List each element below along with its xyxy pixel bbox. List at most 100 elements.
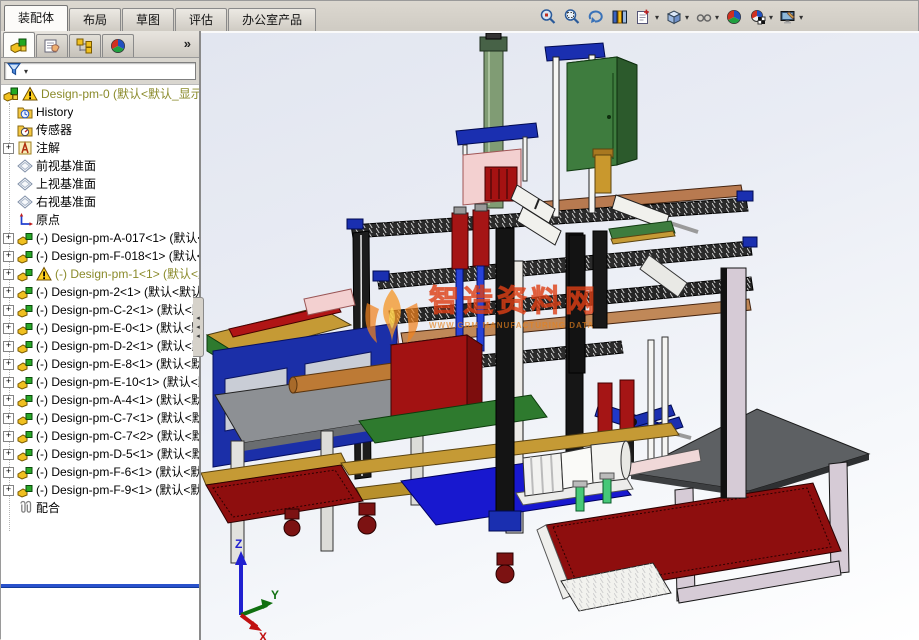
expander-plus-icon[interactable]: + xyxy=(3,287,14,298)
tree-filter-input[interactable]: ▾ xyxy=(4,62,196,80)
tree-item-label: (-) Design-pm-E-10<1> (默认<默认_显示状态-1>) xyxy=(36,373,199,391)
tree-item-[interactable]: 右视基准面 xyxy=(1,193,199,211)
previous-view-button[interactable] xyxy=(584,6,608,28)
tree-item-[interactable]: 配合 xyxy=(1,499,199,517)
expander-plus-icon[interactable]: + xyxy=(3,467,14,478)
display-style-button[interactable]: ▾ xyxy=(692,6,722,28)
tree-item-[interactable]: 上视基准面 xyxy=(1,175,199,193)
tree-item--design-pm-a-0171_-1[interactable]: +(-) Design-pm-A-017<1> (默认<默认_显示状态-1>) xyxy=(1,229,199,247)
tree-item-label: (-) Design-pm-E-8<1> (默认<默认_显示状态-1>) xyxy=(36,355,199,373)
component-icon xyxy=(17,392,33,408)
warning-icon xyxy=(22,86,38,102)
command-tab-评估[interactable]: 评估 xyxy=(175,8,227,31)
tree-item--design-pm-c-21_-1[interactable]: +(-) Design-pm-C-2<1> (默认<默认_显示状态-1>) xyxy=(1,301,199,319)
expander-plus-icon[interactable]: + xyxy=(3,485,14,496)
tree-item--design-pm-a-41_-1[interactable]: +(-) Design-pm-A-4<1> (默认<默认_显示状态-1>) xyxy=(1,391,199,409)
tree-item-label: (-) Design-pm-C-7<1> (默认<默认_显示状态-1>) xyxy=(36,409,199,427)
tree-item--design-pm-e-01_-1[interactable]: +(-) Design-pm-E-0<1> (默认<默认_显示状态-1>) xyxy=(1,319,199,337)
tree-item--design-pm-f-0181_-1[interactable]: + (-) Design-pm-F-018<1> (默认<默认_显示状态-1>) xyxy=(1,247,199,265)
view-settings-button[interactable]: ▾ xyxy=(776,6,806,28)
tree-item-[interactable]: 传感器 xyxy=(1,121,199,139)
component-icon xyxy=(17,356,33,372)
annot-icon xyxy=(17,140,33,156)
tree-item-[interactable]: 前视基准面 xyxy=(1,157,199,175)
orientation-triad: Z Y X xyxy=(235,537,279,640)
featuremanager-tab[interactable] xyxy=(3,32,35,57)
tree-item-label: History xyxy=(36,103,73,121)
command-tabbar: 装配体布局草图评估办公室产品 ▾ ▾ ▾ ▾ ▾ xyxy=(1,1,918,32)
filter-funnel-icon xyxy=(7,62,21,81)
tree-item-design-pm-0_-1[interactable]: Design-pm-0 (默认<默认_显示状态-1>) xyxy=(1,85,199,103)
zoom-to-area-button[interactable] xyxy=(560,6,584,28)
tree-item--design-pm-f-91_-1[interactable]: +(-) Design-pm-F-9<1> (默认<默认_显示状态-1>) xyxy=(1,481,199,499)
expander-plus-icon[interactable]: + xyxy=(3,269,14,280)
edit-appearance-button[interactable]: ▾ xyxy=(746,6,776,28)
expander-plus-icon[interactable]: + xyxy=(3,413,14,424)
expander-plus-icon[interactable]: + xyxy=(3,431,14,442)
graphics-viewport[interactable]: Z Y X 智造资料网 WWW.GRM MANUFACTURING DATA xyxy=(201,31,919,640)
assembly-icon xyxy=(3,86,19,102)
drawing-view-button-dropdown-arrow[interactable]: ▾ xyxy=(655,13,659,22)
tree-item-label: 注解 xyxy=(36,139,60,157)
plane-icon xyxy=(17,176,33,192)
rollback-bar[interactable] xyxy=(1,584,199,588)
history-icon xyxy=(17,104,33,120)
expander-plus-icon[interactable]: + xyxy=(3,323,14,334)
apply-scene-button[interactable] xyxy=(722,6,746,28)
expander-plus-icon[interactable]: + xyxy=(3,143,14,154)
component-icon xyxy=(17,248,33,264)
zoom-to-fit-button[interactable] xyxy=(536,6,560,28)
component-icon xyxy=(17,320,33,336)
command-tab-草图[interactable]: 草图 xyxy=(122,8,174,31)
expander-plus-icon[interactable]: + xyxy=(3,341,14,352)
panel-splitter-handle[interactable]: ◂ ◂ ◂ xyxy=(193,297,204,357)
command-tab-装配体[interactable]: 装配体 xyxy=(4,5,68,31)
component-icon xyxy=(17,482,33,498)
filter-dropdown-arrow[interactable]: ▾ xyxy=(24,67,28,76)
tree-item--design-pm-e-101_-1[interactable]: + (-) Design-pm-E-10<1> (默认<默认_显示状态-1>) xyxy=(1,373,199,391)
tree-item--design-pm-e-81_-1[interactable]: + (-) Design-pm-E-8<1> (默认<默认_显示状态-1>) xyxy=(1,355,199,373)
expander-plus-icon[interactable]: + xyxy=(3,359,14,370)
tree-item-history[interactable]: History xyxy=(1,103,199,121)
svg-text:Z: Z xyxy=(235,537,242,551)
view-orientation-button-dropdown-arrow[interactable]: ▾ xyxy=(685,13,689,22)
expander-plus-icon[interactable]: + xyxy=(3,395,14,406)
tree-item-label: 上视基准面 xyxy=(36,175,96,193)
display-style-button-dropdown-arrow[interactable]: ▾ xyxy=(715,13,719,22)
tree-item--design-pm-d-21_-1[interactable]: +(-) Design-pm-D-2<1> (默认<默认_显示状态-1>) xyxy=(1,337,199,355)
plane-icon xyxy=(17,158,33,174)
expander-plus-icon[interactable]: + xyxy=(3,449,14,460)
panel-tab-strip: » xyxy=(1,31,199,58)
view-orientation-button[interactable]: ▾ xyxy=(662,6,692,28)
tree-item-label: (-) Design-pm-D-5<1> (默认<默认_显示状态-1>) xyxy=(36,445,199,463)
expander-plus-icon[interactable]: + xyxy=(3,251,14,262)
tree-item--design-pm-c-71_-1[interactable]: + (-) Design-pm-C-7<1> (默认<默认_显示状态-1>) xyxy=(1,409,199,427)
section-view-button[interactable] xyxy=(608,6,632,28)
tree-filter-row: ▾ xyxy=(1,58,199,85)
view-settings-button-dropdown-arrow[interactable]: ▾ xyxy=(799,13,803,22)
component-icon xyxy=(17,410,33,426)
expander-plus-icon[interactable]: + xyxy=(3,305,14,316)
tree-item--design-pm-f-61_-1[interactable]: +(-) Design-pm-F-6<1> (默认<默认_显示状态-1>) xyxy=(1,463,199,481)
displaymanager-tab[interactable] xyxy=(102,34,134,57)
tree-item--design-pm-d-51_-1[interactable]: + (-) Design-pm-D-5<1> (默认<默认_显示状态-1>) xyxy=(1,445,199,463)
command-tab-办公室产品[interactable]: 办公室产品 xyxy=(228,8,316,31)
tree-item-label: 传感器 xyxy=(36,121,72,139)
tree-item--design-pm-c-72_-1[interactable]: +(-) Design-pm-C-7<2> (默认<默认_显示状态-1>) xyxy=(1,427,199,445)
command-tab-布局[interactable]: 布局 xyxy=(69,8,121,31)
tree-item-[interactable]: 原点 xyxy=(1,211,199,229)
tree-item-[interactable]: + 注解 xyxy=(1,139,199,157)
expander-plus-icon[interactable]: + xyxy=(3,233,14,244)
configurationmanager-tab[interactable] xyxy=(69,34,101,57)
propertymanager-tab[interactable] xyxy=(36,34,68,57)
panel-tabs-overflow-chevron[interactable]: » xyxy=(184,36,191,51)
feature-tree: Design-pm-0 (默认<默认_显示状态-1>)History传感器 + 注解… xyxy=(1,85,199,583)
drawing-view-button[interactable]: ▾ xyxy=(632,6,662,28)
tree-item--design-pm-11_-1[interactable]: +(-) Design-pm-1<1> (默认<默认_显示状态-1>) xyxy=(1,265,199,283)
machine-assembly-illustration: Z Y X xyxy=(201,33,919,640)
edit-appearance-button-dropdown-arrow[interactable]: ▾ xyxy=(769,13,773,22)
tree-item-label: (-) Design-pm-F-018<1> (默认<默认_显示状态-1>) xyxy=(36,247,199,265)
tree-item--design-pm-21_-1[interactable]: +(-) Design-pm-2<1> (默认<默认_显示状态-1>) xyxy=(1,283,199,301)
warning-icon xyxy=(36,266,52,282)
expander-plus-icon[interactable]: + xyxy=(3,377,14,388)
